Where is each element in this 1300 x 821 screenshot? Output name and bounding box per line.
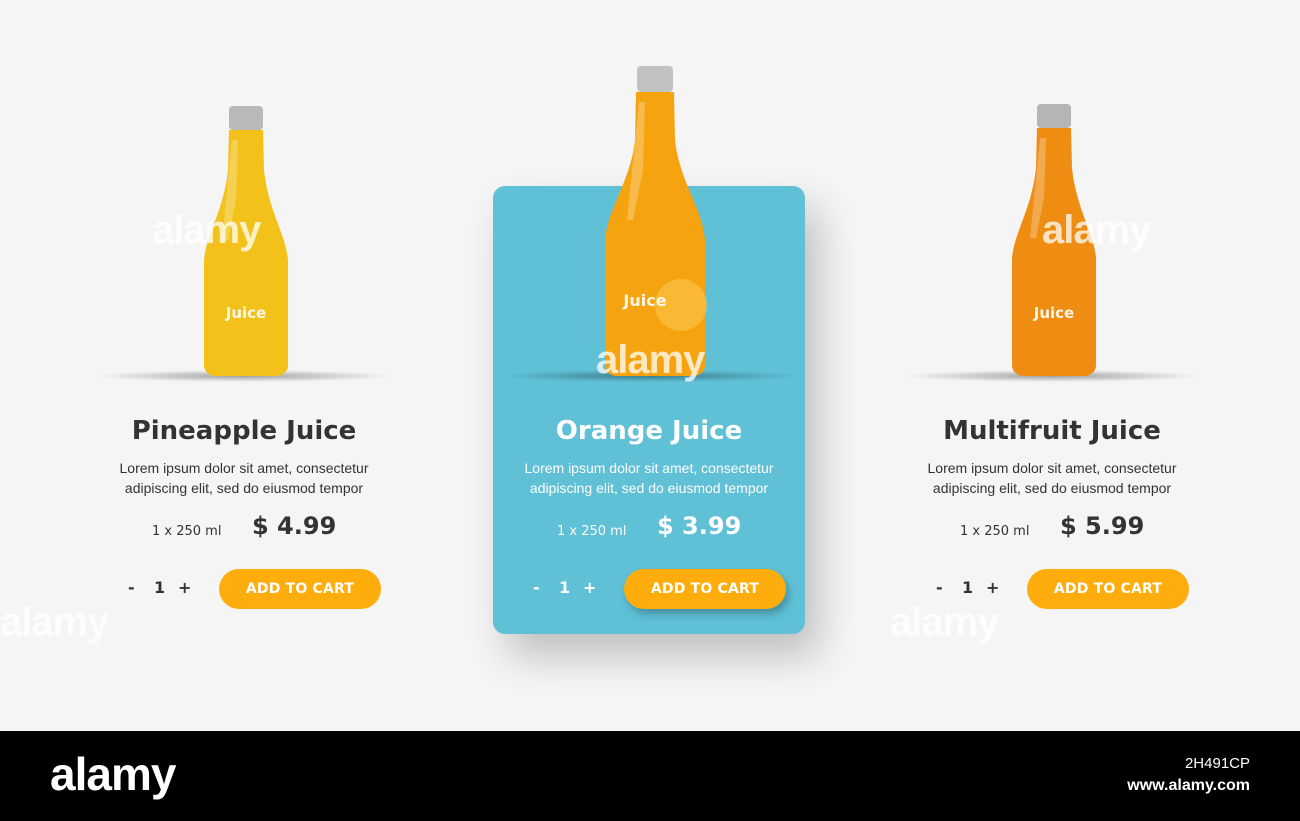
qty-decrement-button[interactable]: - [533,578,540,597]
product-price: $ 4.99 [252,512,337,540]
footer-logo: alamy [50,748,176,800]
product-title: Orange Juice [555,416,743,446]
product-volume: 1 x 250 ml [557,524,627,539]
watermark: alamy [152,208,261,252]
product-price: $ 3.99 [657,512,742,540]
watermark: alamy [596,338,705,382]
product-description: Lorem ipsum dolor sit amet, consectetur … [927,460,1177,496]
qty-increment-button[interactable]: + [986,578,999,597]
svg-text:Juice: Juice [225,304,266,322]
svg-text:Juice: Juice [1033,304,1074,322]
add-to-cart-button[interactable]: ADD TO CART [624,569,786,609]
qty-value: 1 [962,578,974,597]
product-description: Lorem ipsum dolor sit amet, consectetur … [524,460,774,496]
watermark: alamy [890,600,999,644]
add-to-cart-button[interactable]: ADD TO CART [219,569,381,609]
qty-value: 1 [559,578,571,597]
qty-value: 1 [154,578,166,597]
footer-bar: alamy 2H491CP www.alamy.com [0,731,1300,821]
product-title: Multifruit Juice [943,416,1161,446]
footer-url[interactable]: www.alamy.com [1127,777,1250,795]
svg-text:Juice: Juice [622,291,666,310]
add-to-cart-button[interactable]: ADD TO CART [1027,569,1189,609]
watermark: alamy [0,600,109,644]
product-title: Pineapple Juice [131,416,357,446]
product-volume: 1 x 250 ml [152,524,222,539]
product-volume: 1 x 250 ml [960,524,1030,539]
image-id: 2H491CP [1184,755,1250,772]
watermark: alamy [1042,208,1151,252]
bottle-image: Juice [493,60,805,382]
qty-decrement-button[interactable]: - [128,578,135,597]
product-showcase: Juice Pineapple Juice Lorem ipsum dolor … [0,0,1300,731]
product-price: $ 5.99 [1060,512,1145,540]
qty-increment-button[interactable]: + [178,578,191,597]
qty-increment-button[interactable]: + [583,578,596,597]
product-description: Lorem ipsum dolor sit amet, consectetur … [119,460,369,496]
qty-decrement-button[interactable]: - [936,578,943,597]
